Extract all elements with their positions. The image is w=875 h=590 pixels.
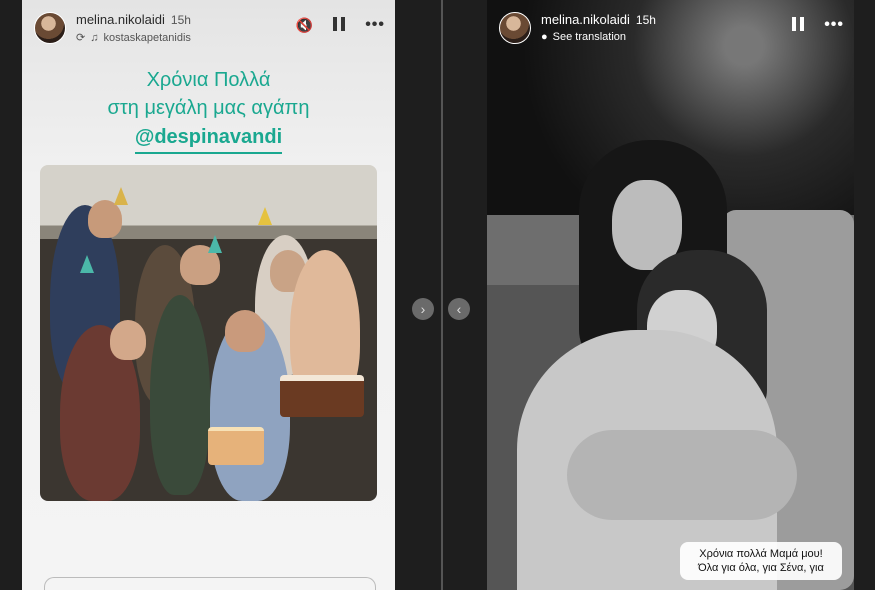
post-time: 15h [635,13,656,27]
chevron-right-icon[interactable]: › [412,298,434,320]
sticker-line-1: Χρόνια πολλά Μαμά μου! [699,548,823,560]
story-header: melina.nikolaidi 15h ⟳ ♫ kostaskapetanid… [34,12,385,48]
story-left[interactable]: melina.nikolaidi 15h ⟳ ♫ kostaskapetanid… [22,0,395,590]
speaker-muted-icon[interactable]: 🔇 [296,17,313,34]
chevron-left-icon[interactable]: ‹ [448,298,470,320]
mention-link[interactable]: @despinavandi [134,122,283,154]
see-translation-link[interactable]: See translation [553,31,626,43]
party-photo [40,165,377,501]
hug-photo [487,0,854,590]
pause-icon[interactable] [331,16,347,34]
username[interactable]: melina.nikolaidi [541,12,630,27]
avatar[interactable] [34,12,66,44]
post-time: 15h [170,13,191,27]
translate-icon: ● [541,31,548,43]
sticker-line-2: Όλα για όλα, για Σένα, για [698,562,824,574]
story-right[interactable]: melina.nikolaidi 15h ● See translation •… [487,0,854,590]
caption-line-1: Χρόνια Πολλά [146,69,271,91]
repost-icon: ⟳ [76,32,86,44]
story-header: melina.nikolaidi 15h ● See translation •… [499,12,844,48]
more-icon[interactable]: ••• [365,16,385,34]
music-icon: ♫ [90,31,99,44]
text-sticker: Χρόνια πολλά Μαμά μου! Όλα για όλα, για … [680,542,842,580]
pause-icon[interactable] [790,16,806,34]
audio-credit[interactable]: kostaskapetanidis [103,32,190,44]
reply-bar[interactable] [44,577,376,590]
username[interactable]: melina.nikolaidi [76,12,165,27]
more-icon[interactable]: ••• [824,16,844,34]
caption-line-2: στη μεγάλη μας αγάπη [107,97,310,119]
avatar[interactable] [499,12,531,44]
divider [441,0,443,590]
story-caption: Χρόνια Πολλά στη μεγάλη μας αγάπη @despi… [22,66,395,154]
